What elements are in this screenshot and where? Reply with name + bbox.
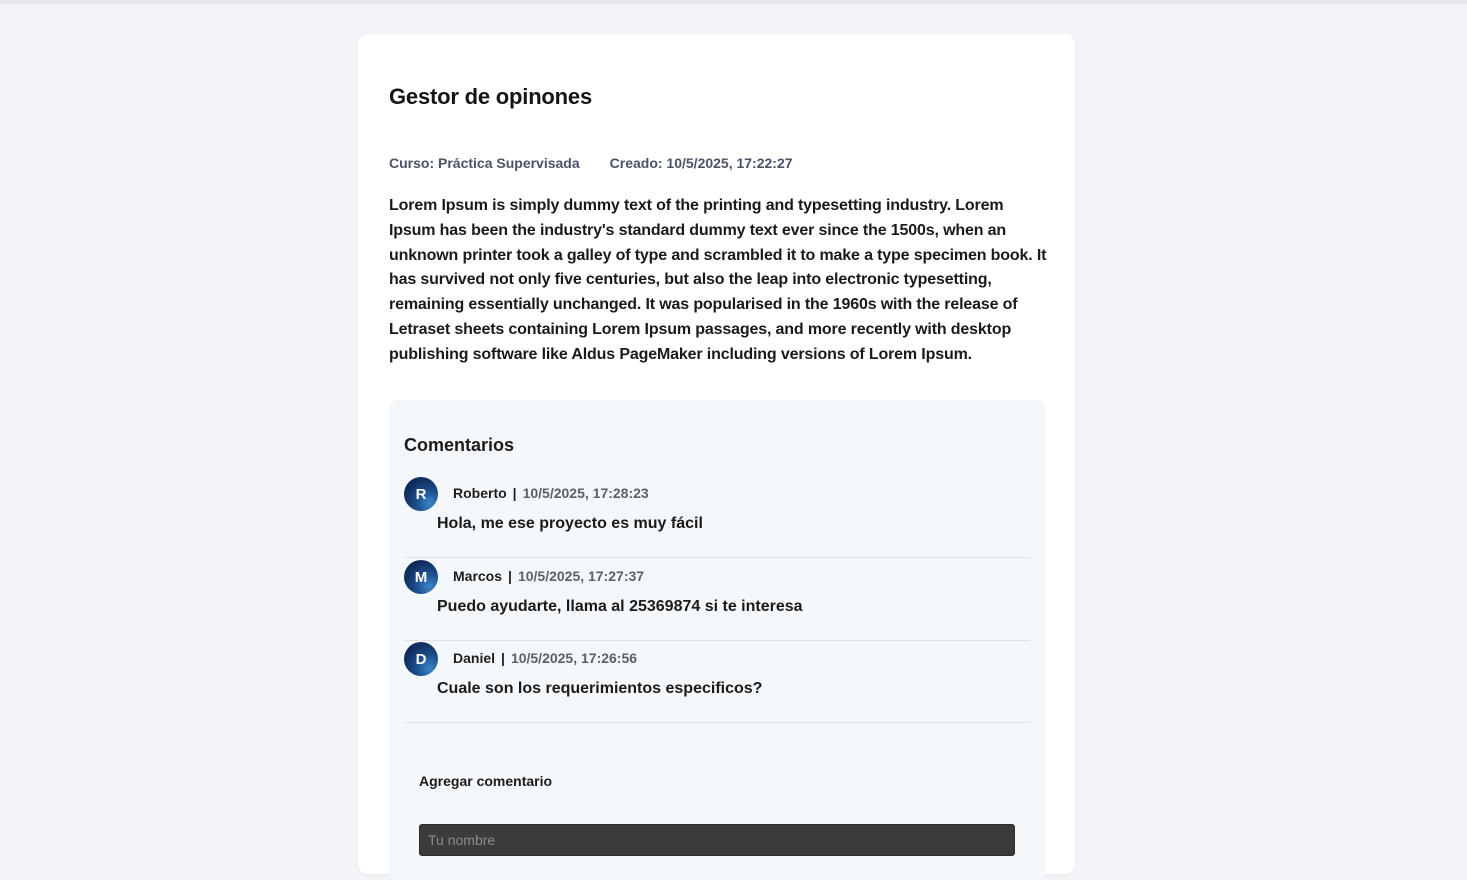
post-description: Lorem Ipsum is simply dummy text of the … <box>389 197 1047 363</box>
add-comment-label: Agregar comentario <box>419 773 553 789</box>
post-created-date: Creado: 10/5/2025, 17:22:27 <box>609 155 793 171</box>
comment-header: Roberto | 10/5/2025, 17:28:23 <box>453 485 649 501</box>
avatar: M <box>404 560 438 594</box>
comments-title: Comentarios <box>404 435 515 455</box>
comment-separator: | <box>512 485 517 501</box>
avatar: R <box>404 477 438 511</box>
comment-author: Roberto <box>453 485 507 501</box>
comment-text: Hola, me ese proyecto es muy fácil <box>437 515 703 532</box>
top-bar <box>0 0 1467 4</box>
comment-header: Daniel | 10/5/2025, 17:26:56 <box>453 650 637 666</box>
comments-section: Comentarios R Roberto | 10/5/2025, 17:28:2… <box>389 400 1045 880</box>
comment-separator: | <box>508 568 512 584</box>
comment-text: Puedo ayudarte, llama al 25369874 si te … <box>437 598 803 615</box>
comment-author: Marcos <box>453 568 503 584</box>
comment-separator: | <box>501 650 505 666</box>
comment-item: R Roberto | 10/5/2025, 17:28:23 Hola, me e… <box>404 475 1030 558</box>
comment-author: Daniel <box>453 650 496 666</box>
page-title: Gestor de opinones <box>389 84 592 109</box>
comment-header: Marcos | 10/5/2025, 17:27:37 <box>453 568 644 584</box>
post-course: Curso: Práctica Supervisada <box>389 155 580 171</box>
post-meta: Curso: Práctica Supervisada Creado: 10/5/… <box>389 155 793 171</box>
comment-text: Cuale son los requerimientos especificos… <box>437 680 763 697</box>
comment-item: D Daniel | 10/5/2025, 17:26:56 Cuale son l… <box>404 640 1030 723</box>
comment-date: 10/5/2025, 17:28:23 <box>522 485 649 501</box>
comment-date: 10/5/2025, 17:27:37 <box>517 568 645 584</box>
post-card: Gestor de opinones Curso: Práctica Super… <box>358 34 1075 880</box>
avatar: D <box>404 642 438 676</box>
comment-item: M Marcos | 10/5/2025, 17:27:37 Puedo ayuda… <box>404 558 1030 641</box>
name-input[interactable] <box>419 824 1015 856</box>
comment-date: 10/5/2025, 17:26:56 <box>510 650 638 666</box>
